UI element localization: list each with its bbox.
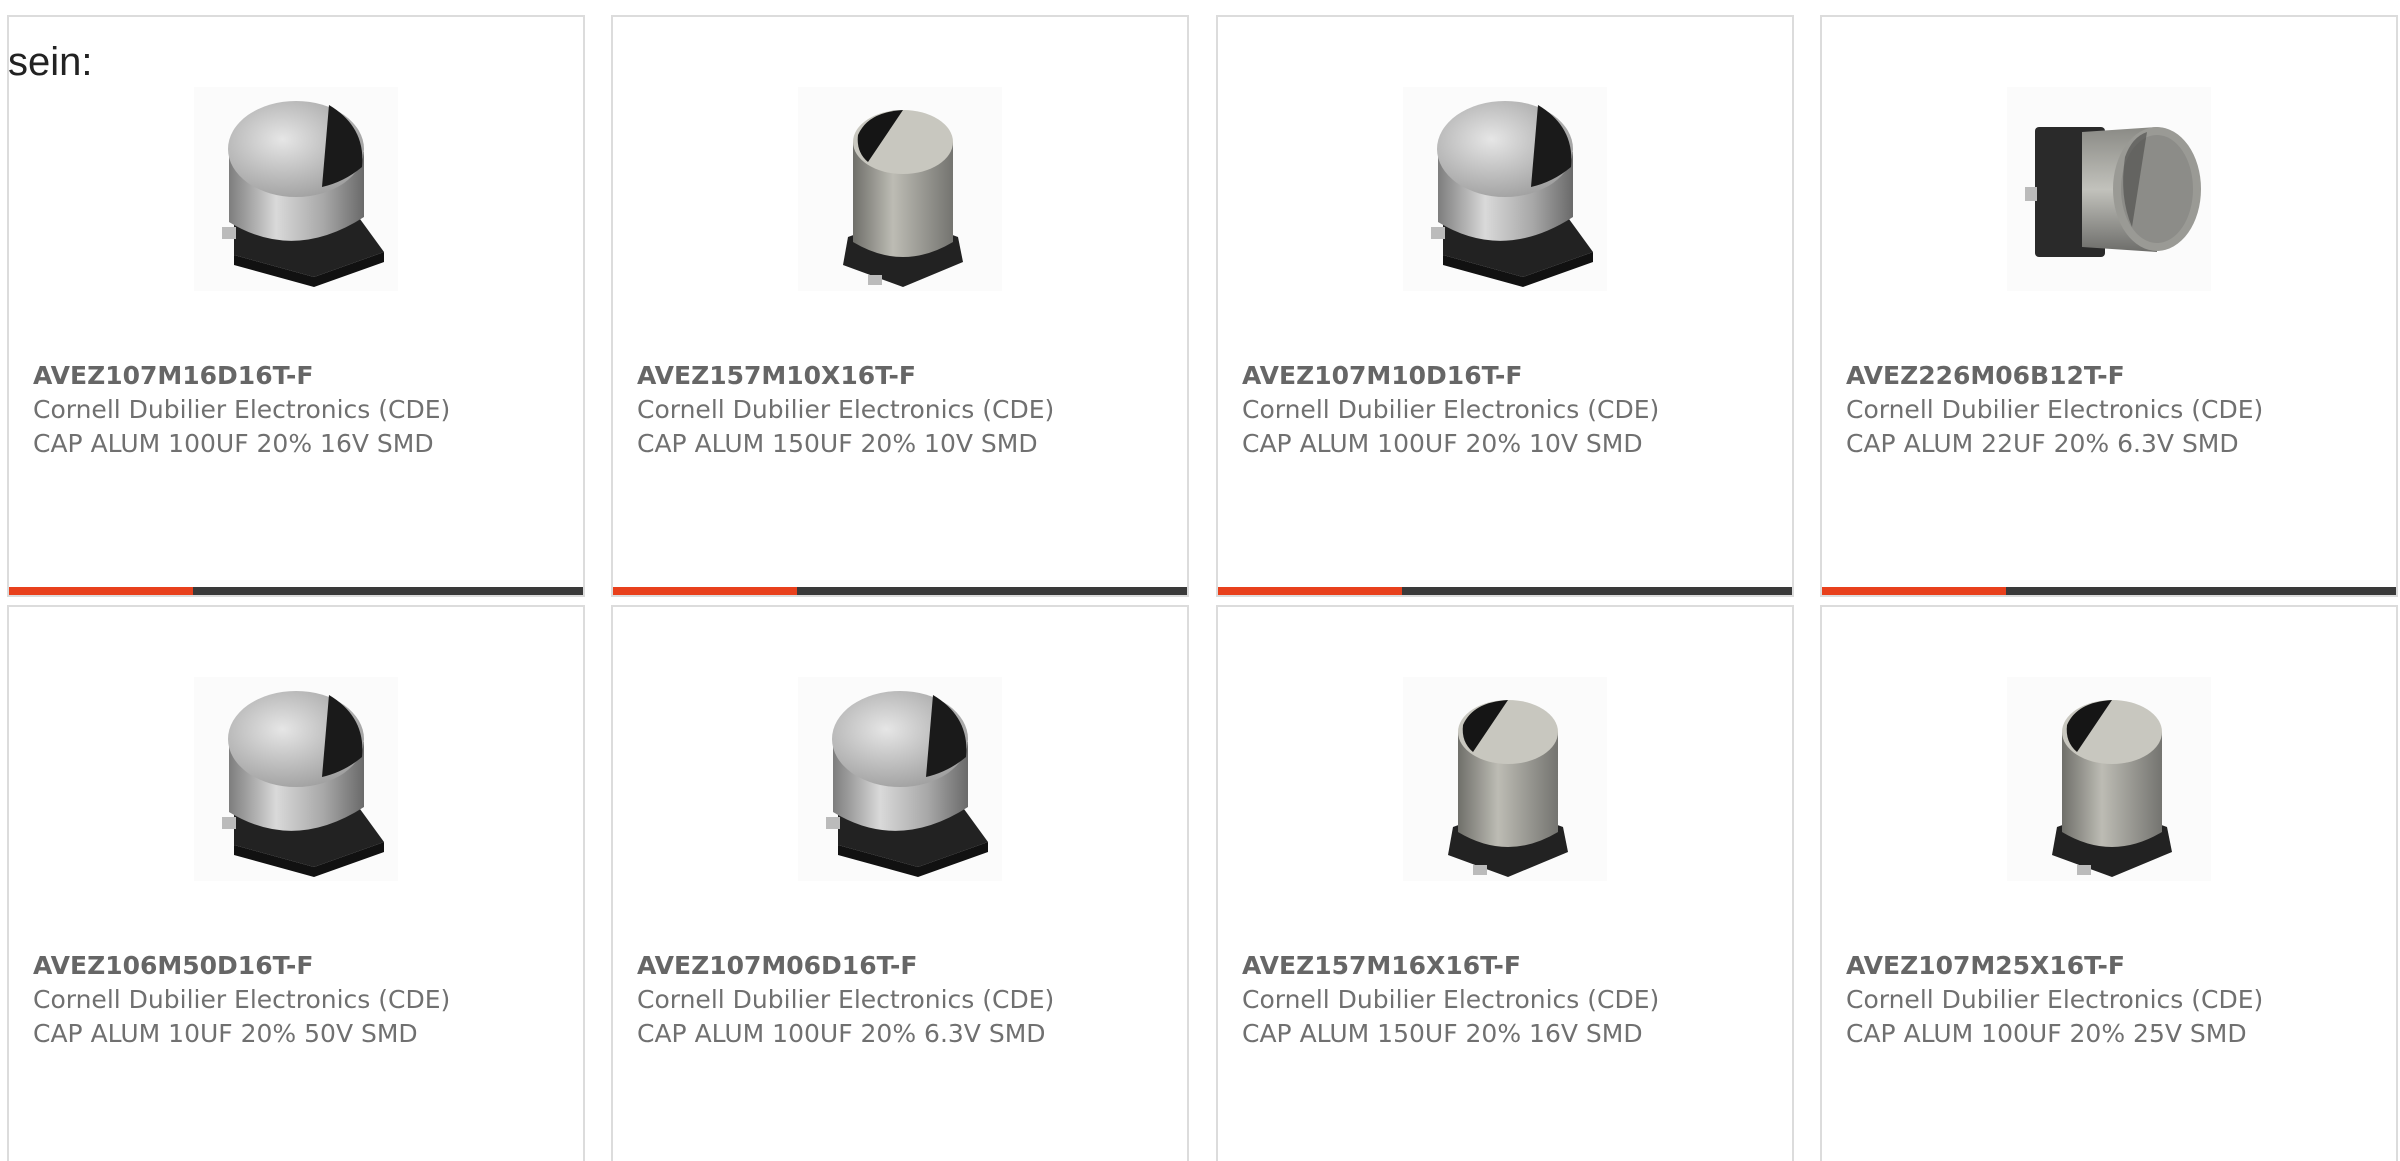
part-number[interactable]: AVEZ157M10X16T-F (637, 359, 1177, 393)
manufacturer-name: Cornell Dubilier Electronics (CDE) (1242, 985, 1660, 1014)
part-number[interactable]: AVEZ157M16X16T-F (1242, 949, 1782, 983)
manufacturer-name: Cornell Dubilier Electronics (CDE) (637, 395, 1055, 424)
product-info: AVEZ106M50D16T-F Cornell Dubilier Electr… (33, 949, 573, 1051)
capacitor-tall-image (1448, 700, 1568, 877)
capacitor-side-image (2025, 127, 2201, 257)
capacitor-wide-image[interactable] (1403, 87, 1607, 291)
product-card[interactable]: AVEZ107M25X16T-F Cornell Dubilier Electr… (1820, 605, 2398, 1161)
capacitor-tall-image (843, 110, 963, 287)
manufacturer-name: Cornell Dubilier Electronics (CDE) (33, 395, 451, 424)
capacitor-wide-image (1431, 101, 1593, 287)
product-card[interactable]: AVEZ157M10X16T-F Cornell Dubilier Electr… (611, 15, 1189, 597)
capacitor-side-image[interactable] (2007, 87, 2211, 291)
manufacturer-name: Cornell Dubilier Electronics (CDE) (637, 985, 1055, 1014)
product-info: AVEZ107M10D16T-F Cornell Dubilier Electr… (1242, 359, 1782, 461)
product-description: CAP ALUM 10UF 20% 50V SMD (33, 1019, 418, 1048)
product-info: AVEZ157M10X16T-F Cornell Dubilier Electr… (637, 359, 1177, 461)
product-info: AVEZ157M16X16T-F Cornell Dubilier Electr… (1242, 949, 1782, 1051)
product-description: CAP ALUM 150UF 20% 16V SMD (1242, 1019, 1643, 1048)
product-description: CAP ALUM 100UF 20% 16V SMD (33, 429, 434, 458)
progress-bar-fill (1822, 587, 2006, 595)
product-info: AVEZ107M25X16T-F Cornell Dubilier Electr… (1846, 949, 2386, 1051)
part-number[interactable]: AVEZ107M25X16T-F (1846, 949, 2386, 983)
product-card[interactable]: AVEZ157M16X16T-F Cornell Dubilier Electr… (1216, 605, 1794, 1161)
capacitor-tall-image[interactable] (798, 87, 1002, 291)
capacitor-tall-image[interactable] (1403, 677, 1607, 881)
product-info: AVEZ107M06D16T-F Cornell Dubilier Electr… (637, 949, 1177, 1051)
product-description: CAP ALUM 100UF 20% 25V SMD (1846, 1019, 2247, 1048)
product-description: CAP ALUM 22UF 20% 6.3V SMD (1846, 429, 2239, 458)
capacitor-wide-image (826, 691, 988, 877)
progress-bar-fill (613, 587, 797, 595)
progress-bar-fill (1218, 587, 1402, 595)
manufacturer-name: Cornell Dubilier Electronics (CDE) (33, 985, 451, 1014)
manufacturer-name: Cornell Dubilier Electronics (CDE) (1846, 395, 2264, 424)
part-number[interactable]: AVEZ226M06B12T-F (1846, 359, 2386, 393)
capacitor-wide-image (222, 101, 384, 287)
manufacturer-name: Cornell Dubilier Electronics (CDE) (1846, 985, 2264, 1014)
product-info: AVEZ226M06B12T-F Cornell Dubilier Electr… (1846, 359, 2386, 461)
capacitor-wide-image (222, 691, 384, 877)
progress-bar (1218, 587, 1792, 595)
intro-text: sein: (8, 40, 93, 84)
product-card[interactable]: AVEZ226M06B12T-F Cornell Dubilier Electr… (1820, 15, 2398, 597)
progress-bar (613, 587, 1187, 595)
part-number[interactable]: AVEZ107M10D16T-F (1242, 359, 1782, 393)
product-card[interactable]: AVEZ107M16D16T-F Cornell Dubilier Electr… (7, 15, 585, 597)
progress-bar (9, 587, 583, 595)
capacitor-tall-image (2052, 700, 2172, 877)
progress-bar (1822, 587, 2396, 595)
product-card[interactable]: AVEZ106M50D16T-F Cornell Dubilier Electr… (7, 605, 585, 1161)
product-description: CAP ALUM 100UF 20% 6.3V SMD (637, 1019, 1046, 1048)
capacitor-tall-image[interactable] (2007, 677, 2211, 881)
product-description: CAP ALUM 100UF 20% 10V SMD (1242, 429, 1643, 458)
capacitor-wide-image[interactable] (194, 677, 398, 881)
product-card[interactable]: AVEZ107M10D16T-F Cornell Dubilier Electr… (1216, 15, 1794, 597)
product-grid-page: sein: AVEZ107M16D16T-F Cornell Dubilier … (0, 0, 2400, 1161)
manufacturer-name: Cornell Dubilier Electronics (CDE) (1242, 395, 1660, 424)
part-number[interactable]: AVEZ107M16D16T-F (33, 359, 573, 393)
product-info: AVEZ107M16D16T-F Cornell Dubilier Electr… (33, 359, 573, 461)
part-number[interactable]: AVEZ107M06D16T-F (637, 949, 1177, 983)
part-number[interactable]: AVEZ106M50D16T-F (33, 949, 573, 983)
capacitor-wide-image[interactable] (798, 677, 1002, 881)
product-description: CAP ALUM 150UF 20% 10V SMD (637, 429, 1038, 458)
capacitor-wide-image[interactable] (194, 87, 398, 291)
product-card[interactable]: AVEZ107M06D16T-F Cornell Dubilier Electr… (611, 605, 1189, 1161)
progress-bar-fill (9, 587, 193, 595)
